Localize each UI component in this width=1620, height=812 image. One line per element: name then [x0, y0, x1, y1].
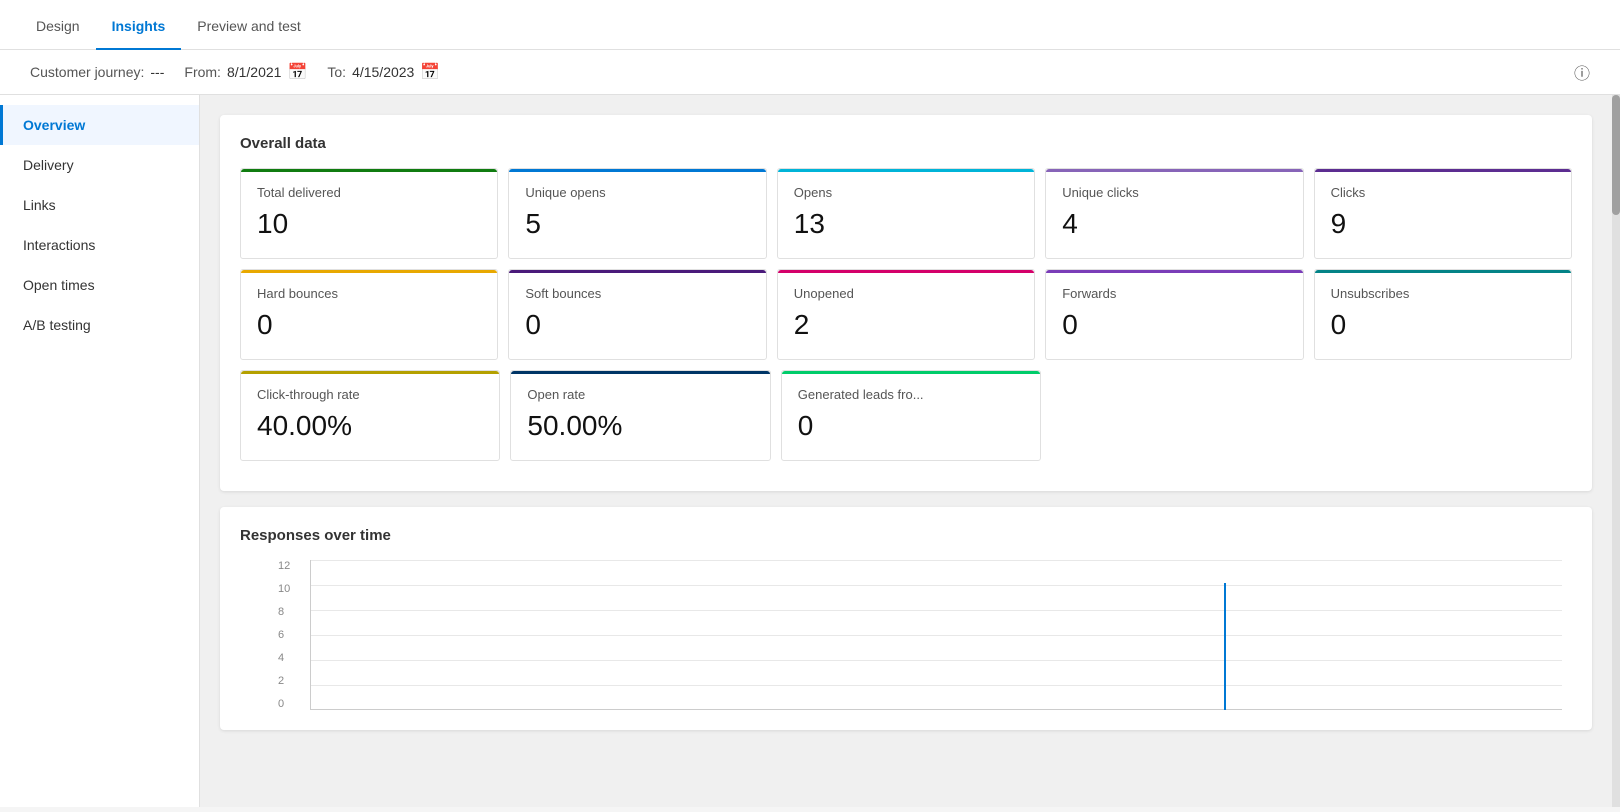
- sidebar-item-links[interactable]: Links: [0, 185, 199, 225]
- metric-open-rate: Open rate 50.00%: [510, 370, 770, 461]
- customer-journey-label: Customer journey:: [30, 64, 144, 80]
- tab-insights[interactable]: Insights: [96, 4, 182, 50]
- from-label: From:: [184, 64, 221, 80]
- chart-data-line: [1224, 583, 1226, 711]
- responses-over-time-title: Responses over time: [240, 527, 1572, 544]
- chart-container: 12 10 8 6 4 2 0: [240, 560, 1572, 710]
- metric-click-through-rate-label: Click-through rate: [257, 387, 483, 402]
- metric-hard-bounces-label: Hard bounces: [257, 286, 481, 301]
- scrollbar-thumb[interactable]: [1612, 95, 1620, 215]
- metric-opens: Opens 13: [777, 168, 1035, 259]
- metric-unsubscribes-value: 0: [1331, 309, 1555, 341]
- sidebar: Overview Delivery Links Interactions Ope…: [0, 95, 200, 807]
- top-nav: Design Insights Preview and test: [0, 0, 1620, 50]
- y-label-8: 8: [278, 606, 290, 618]
- to-calendar-icon[interactable]: 📅: [420, 62, 440, 82]
- grid-line-10: [310, 585, 1562, 586]
- metric-hard-bounces-value: 0: [257, 309, 481, 341]
- metrics-row1: Total delivered 10 Unique opens 5 Opens …: [240, 168, 1572, 259]
- y-label-12: 12: [278, 560, 290, 572]
- metrics-row2: Hard bounces 0 Soft bounces 0 Unopened 2…: [240, 269, 1572, 360]
- from-filter: From: 8/1/2021 📅: [184, 62, 307, 82]
- metric-forwards-value: 0: [1062, 309, 1286, 341]
- metric-unique-opens-label: Unique opens: [525, 185, 749, 200]
- metric-click-through-rate: Click-through rate 40.00%: [240, 370, 500, 461]
- chart-x-axis: [310, 709, 1562, 710]
- metric-opens-value: 13: [794, 208, 1018, 240]
- grid-line-8: [310, 610, 1562, 611]
- metric-clicks-label: Clicks: [1331, 185, 1555, 200]
- y-label-6: 6: [278, 629, 290, 641]
- to-label: To:: [327, 64, 346, 80]
- y-label-0: 0: [278, 698, 290, 710]
- metric-unopened-value: 2: [794, 309, 1018, 341]
- metric-unique-clicks-label: Unique clicks: [1062, 185, 1286, 200]
- grid-line-2: [310, 685, 1562, 686]
- from-value: 8/1/2021: [227, 64, 282, 80]
- y-label-10: 10: [278, 583, 290, 595]
- info-icon[interactable]: ⓘ: [1574, 60, 1590, 84]
- metric-unique-clicks-value: 4: [1062, 208, 1286, 240]
- metric-total-delivered-label: Total delivered: [257, 185, 481, 200]
- metric-generated-leads-label: Generated leads fro...: [798, 387, 1024, 402]
- chart-y-labels: 12 10 8 6 4 2 0: [278, 560, 290, 710]
- overall-data-title: Overall data: [240, 135, 1572, 152]
- metric-generated-leads: Generated leads fro... 0: [781, 370, 1041, 461]
- metric-unopened-label: Unopened: [794, 286, 1018, 301]
- metric-total-delivered-value: 10: [257, 208, 481, 240]
- sidebar-item-delivery[interactable]: Delivery: [0, 145, 199, 185]
- metric-unopened: Unopened 2: [777, 269, 1035, 360]
- metric-unique-opens: Unique opens 5: [508, 168, 766, 259]
- customer-journey-filter: Customer journey: ---: [30, 64, 164, 80]
- grid-line-12: [310, 560, 1562, 561]
- metric-unsubscribes: Unsubscribes 0: [1314, 269, 1572, 360]
- grid-line-4: [310, 660, 1562, 661]
- tab-preview-test[interactable]: Preview and test: [181, 4, 317, 50]
- to-filter: To: 4/15/2023 📅: [327, 62, 440, 82]
- sidebar-item-open-times[interactable]: Open times: [0, 265, 199, 305]
- metric-clicks: Clicks 9: [1314, 168, 1572, 259]
- from-calendar-icon[interactable]: 📅: [287, 62, 307, 82]
- content-area: Overall data Total delivered 10 Unique o…: [200, 95, 1612, 807]
- metric-empty-cell: [1051, 370, 1572, 461]
- overall-data-card: Overall data Total delivered 10 Unique o…: [220, 115, 1592, 491]
- scrollbar-track[interactable]: [1612, 95, 1620, 807]
- metric-forwards: Forwards 0: [1045, 269, 1303, 360]
- sidebar-item-interactions[interactable]: Interactions: [0, 225, 199, 265]
- metric-open-rate-label: Open rate: [527, 387, 753, 402]
- to-value: 4/15/2023: [352, 64, 414, 80]
- customer-journey-value: ---: [150, 64, 164, 80]
- metric-clicks-value: 9: [1331, 208, 1555, 240]
- metric-forwards-label: Forwards: [1062, 286, 1286, 301]
- responses-over-time-card: Responses over time 12 10 8 6 4 2 0: [220, 507, 1592, 730]
- metric-unique-opens-value: 5: [525, 208, 749, 240]
- metric-unsubscribes-label: Unsubscribes: [1331, 286, 1555, 301]
- grid-line-6: [310, 635, 1562, 636]
- metric-hard-bounces: Hard bounces 0: [240, 269, 498, 360]
- tab-design[interactable]: Design: [20, 4, 96, 50]
- metrics-row3: Click-through rate 40.00% Open rate 50.0…: [240, 370, 1572, 461]
- sidebar-item-overview[interactable]: Overview: [0, 105, 199, 145]
- metric-opens-label: Opens: [794, 185, 1018, 200]
- metric-soft-bounces: Soft bounces 0: [508, 269, 766, 360]
- metric-total-delivered: Total delivered 10: [240, 168, 498, 259]
- metric-soft-bounces-label: Soft bounces: [525, 286, 749, 301]
- main-layout: Overview Delivery Links Interactions Ope…: [0, 95, 1620, 807]
- sidebar-item-ab-testing[interactable]: A/B testing: [0, 305, 199, 345]
- metric-soft-bounces-value: 0: [525, 309, 749, 341]
- chart-y-axis: [310, 560, 311, 710]
- y-label-4: 4: [278, 652, 290, 664]
- metric-open-rate-value: 50.00%: [527, 410, 753, 442]
- filter-bar: Customer journey: --- From: 8/1/2021 📅 T…: [0, 50, 1620, 95]
- chart-area: 12 10 8 6 4 2 0: [310, 560, 1562, 710]
- metric-click-through-rate-value: 40.00%: [257, 410, 483, 442]
- metric-unique-clicks: Unique clicks 4: [1045, 168, 1303, 259]
- metric-generated-leads-value: 0: [798, 410, 1024, 442]
- y-label-2: 2: [278, 675, 290, 687]
